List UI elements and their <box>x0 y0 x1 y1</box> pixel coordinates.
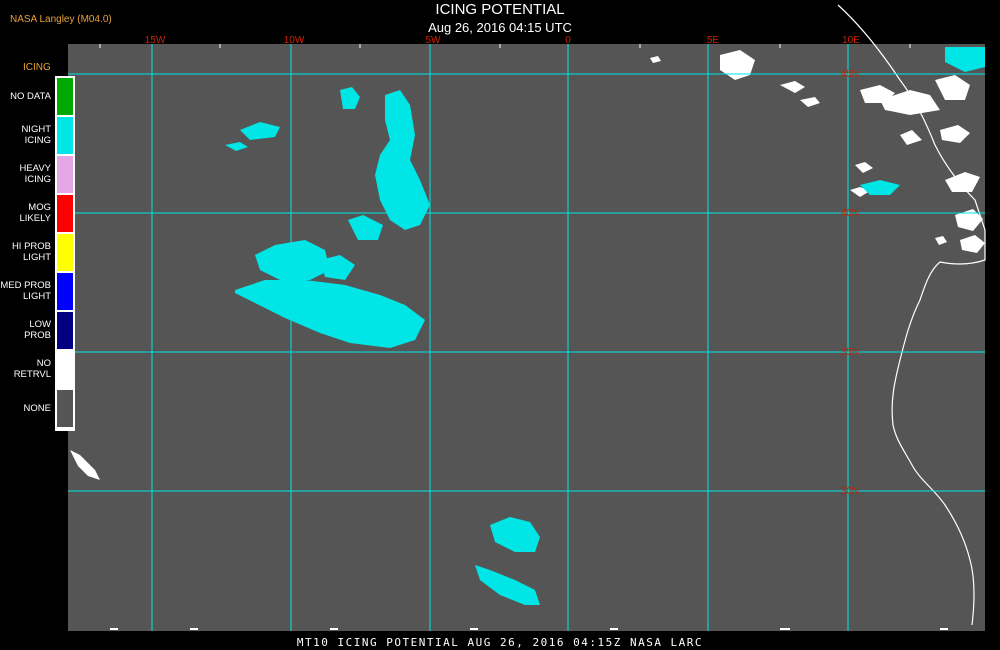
lat-label-30n: 30N <box>841 486 859 497</box>
legend-label: NO RETRVL <box>13 358 51 380</box>
map-subtitle: Aug 26, 2016 04:15 UTC <box>428 20 572 35</box>
legend-label: MOG LIKELY <box>19 202 51 224</box>
legend-label: MED PROB LIGHT <box>0 280 51 302</box>
lon-label-0: 0 <box>565 35 571 46</box>
lat-label-45n: 45N <box>841 69 859 80</box>
legend-label: NIGHT ICING <box>21 124 51 146</box>
legend-swatch <box>57 390 73 427</box>
legend-swatch <box>57 351 73 388</box>
legend-label: NO DATA <box>10 90 51 102</box>
legend-swatch <box>57 234 73 271</box>
legend-swatch <box>57 312 73 349</box>
legend-title: ICING <box>23 62 51 73</box>
legend-label: HI PROB LIGHT <box>11 241 51 263</box>
map-title: ICING POTENTIAL <box>435 1 565 18</box>
lat-label-35n: 35N <box>841 347 859 358</box>
icing-map: 15W 10W 5W 0 5E 10E 45N 40N 35N 30N <box>68 4 986 631</box>
lon-label-15w: 15W <box>145 35 166 46</box>
lon-label-10e: 10E <box>842 35 860 46</box>
legend-label: HEAVY ICING <box>19 163 51 185</box>
lon-label-5e: 5E <box>707 35 720 46</box>
lon-label-10w: 10W <box>284 35 305 46</box>
legend-swatch <box>57 156 73 193</box>
legend-swatch <box>57 78 73 115</box>
legend-swatch <box>57 117 73 154</box>
legend-swatch <box>57 195 73 232</box>
lon-label-5w: 5W <box>426 35 442 46</box>
footer-caption: MT10 ICING POTENTIAL AUG 26, 2016 04:15Z… <box>296 636 704 649</box>
legend-label: NONE <box>23 402 51 414</box>
legend-label: LOW PROB <box>24 319 51 341</box>
legend-swatch <box>57 273 73 310</box>
lat-label-40n: 40N <box>841 208 859 219</box>
